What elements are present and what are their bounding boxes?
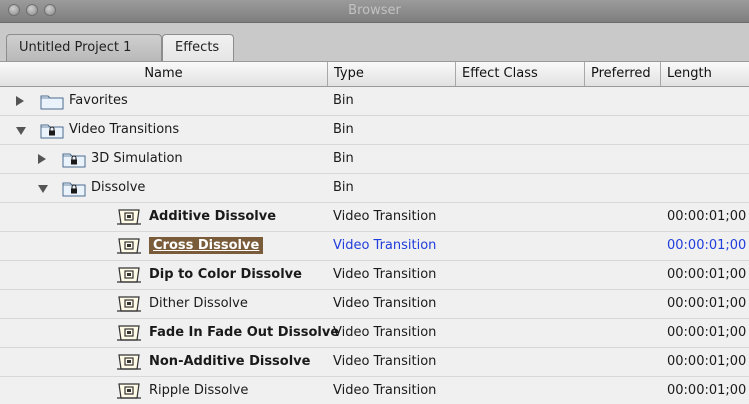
item-name: Non-Additive Dissolve: [149, 354, 311, 369]
column-header-length[interactable]: Length: [661, 62, 749, 86]
disclosure-triangle-right-icon[interactable]: [16, 96, 24, 106]
bin-folder-icon: [40, 93, 64, 110]
item-length: 00:00:01;00: [667, 238, 747, 253]
list-item[interactable]: 3D Simulation Bin: [0, 145, 749, 174]
locked-bin-icon: [62, 151, 86, 168]
item-name: Dissolve: [91, 180, 146, 195]
column-header-effect-class[interactable]: Effect Class: [456, 62, 585, 86]
item-type: Video Transition: [333, 238, 437, 253]
video-transition-icon: [116, 324, 142, 343]
disclosure-triangle-down-icon[interactable]: [38, 185, 48, 193]
item-length: 00:00:01;00: [667, 354, 747, 369]
title-bar: Browser: [0, 0, 749, 23]
list-item[interactable]: Ripple Dissolve Video Transition 00:00:01;…: [0, 377, 749, 404]
item-type: Bin: [333, 180, 354, 195]
effects-list: Favorites Bin Video Transitions Bin 3D Simul…: [0, 87, 749, 404]
list-item[interactable]: Favorites Bin: [0, 87, 749, 116]
window-title: Browser: [348, 3, 401, 18]
column-header-type[interactable]: Type: [328, 62, 456, 86]
disclosure-triangle-right-icon[interactable]: [38, 154, 46, 164]
video-transition-icon: [116, 266, 142, 285]
list-item[interactable]: Dip to Color Dissolve Video Transition 00:…: [0, 261, 749, 290]
locked-bin-icon: [40, 122, 64, 139]
list-item[interactable]: Additive Dissolve Video Transition 00:00:0…: [0, 203, 749, 232]
item-length: 00:00:01;00: [667, 296, 747, 311]
item-length: 00:00:01;00: [667, 383, 747, 398]
item-name: Fade In Fade Out Dissolve: [149, 325, 340, 340]
tab-effects[interactable]: Effects: [162, 34, 234, 61]
column-header-name[interactable]: Name: [0, 62, 328, 86]
item-name: Ripple Dissolve: [149, 383, 249, 398]
column-header-preferred[interactable]: Preferred: [585, 62, 661, 86]
item-type: Video Transition: [333, 383, 437, 398]
list-item[interactable]: Fade In Fade Out Dissolve Video Transitio…: [0, 319, 749, 348]
item-name: Dither Dissolve: [149, 296, 248, 311]
disclosure-triangle-down-icon[interactable]: [16, 127, 26, 135]
item-name: Dip to Color Dissolve: [149, 267, 302, 282]
item-length: 00:00:01;00: [667, 209, 747, 224]
item-name: Cross Dissolve: [149, 232, 264, 260]
browser-window: Browser Untitled Project 1 Effects Name …: [0, 0, 749, 404]
item-length: 00:00:01;00: [667, 325, 747, 340]
item-type: Video Transition: [333, 296, 437, 311]
video-transition-icon: [116, 295, 142, 314]
list-item[interactable]: Video Transitions Bin: [0, 116, 749, 145]
item-type: Video Transition: [333, 325, 437, 340]
column-header: Name Type Effect Class Preferred Length: [0, 61, 749, 87]
tab-untitled-project[interactable]: Untitled Project 1: [6, 34, 162, 61]
video-transition-icon: [116, 382, 142, 401]
item-type: Bin: [333, 122, 354, 137]
item-name: 3D Simulation: [91, 151, 183, 166]
item-type: Bin: [333, 151, 354, 166]
list-item[interactable]: Dither Dissolve Video Transition 00:00:01;…: [0, 290, 749, 319]
locked-bin-icon: [62, 180, 86, 197]
item-name: Favorites: [69, 93, 128, 108]
list-item[interactable]: Dissolve Bin: [0, 174, 749, 203]
item-type: Video Transition: [333, 354, 437, 369]
video-transition-icon: [116, 353, 142, 372]
video-transition-icon: [116, 237, 142, 256]
list-item[interactable]: Non-Additive Dissolve Video Transition 00:…: [0, 348, 749, 377]
list-item[interactable]: Cross Dissolve Video Transition 00:00:01;0…: [0, 232, 749, 261]
item-type: Bin: [333, 93, 354, 108]
video-transition-icon: [116, 208, 142, 227]
item-name: Additive Dissolve: [149, 209, 277, 224]
tab-bar: Untitled Project 1 Effects: [0, 23, 749, 61]
item-length: 00:00:01;00: [667, 267, 747, 282]
item-name: Video Transitions: [69, 122, 180, 137]
item-type: Video Transition: [333, 209, 437, 224]
item-type: Video Transition: [333, 267, 437, 282]
